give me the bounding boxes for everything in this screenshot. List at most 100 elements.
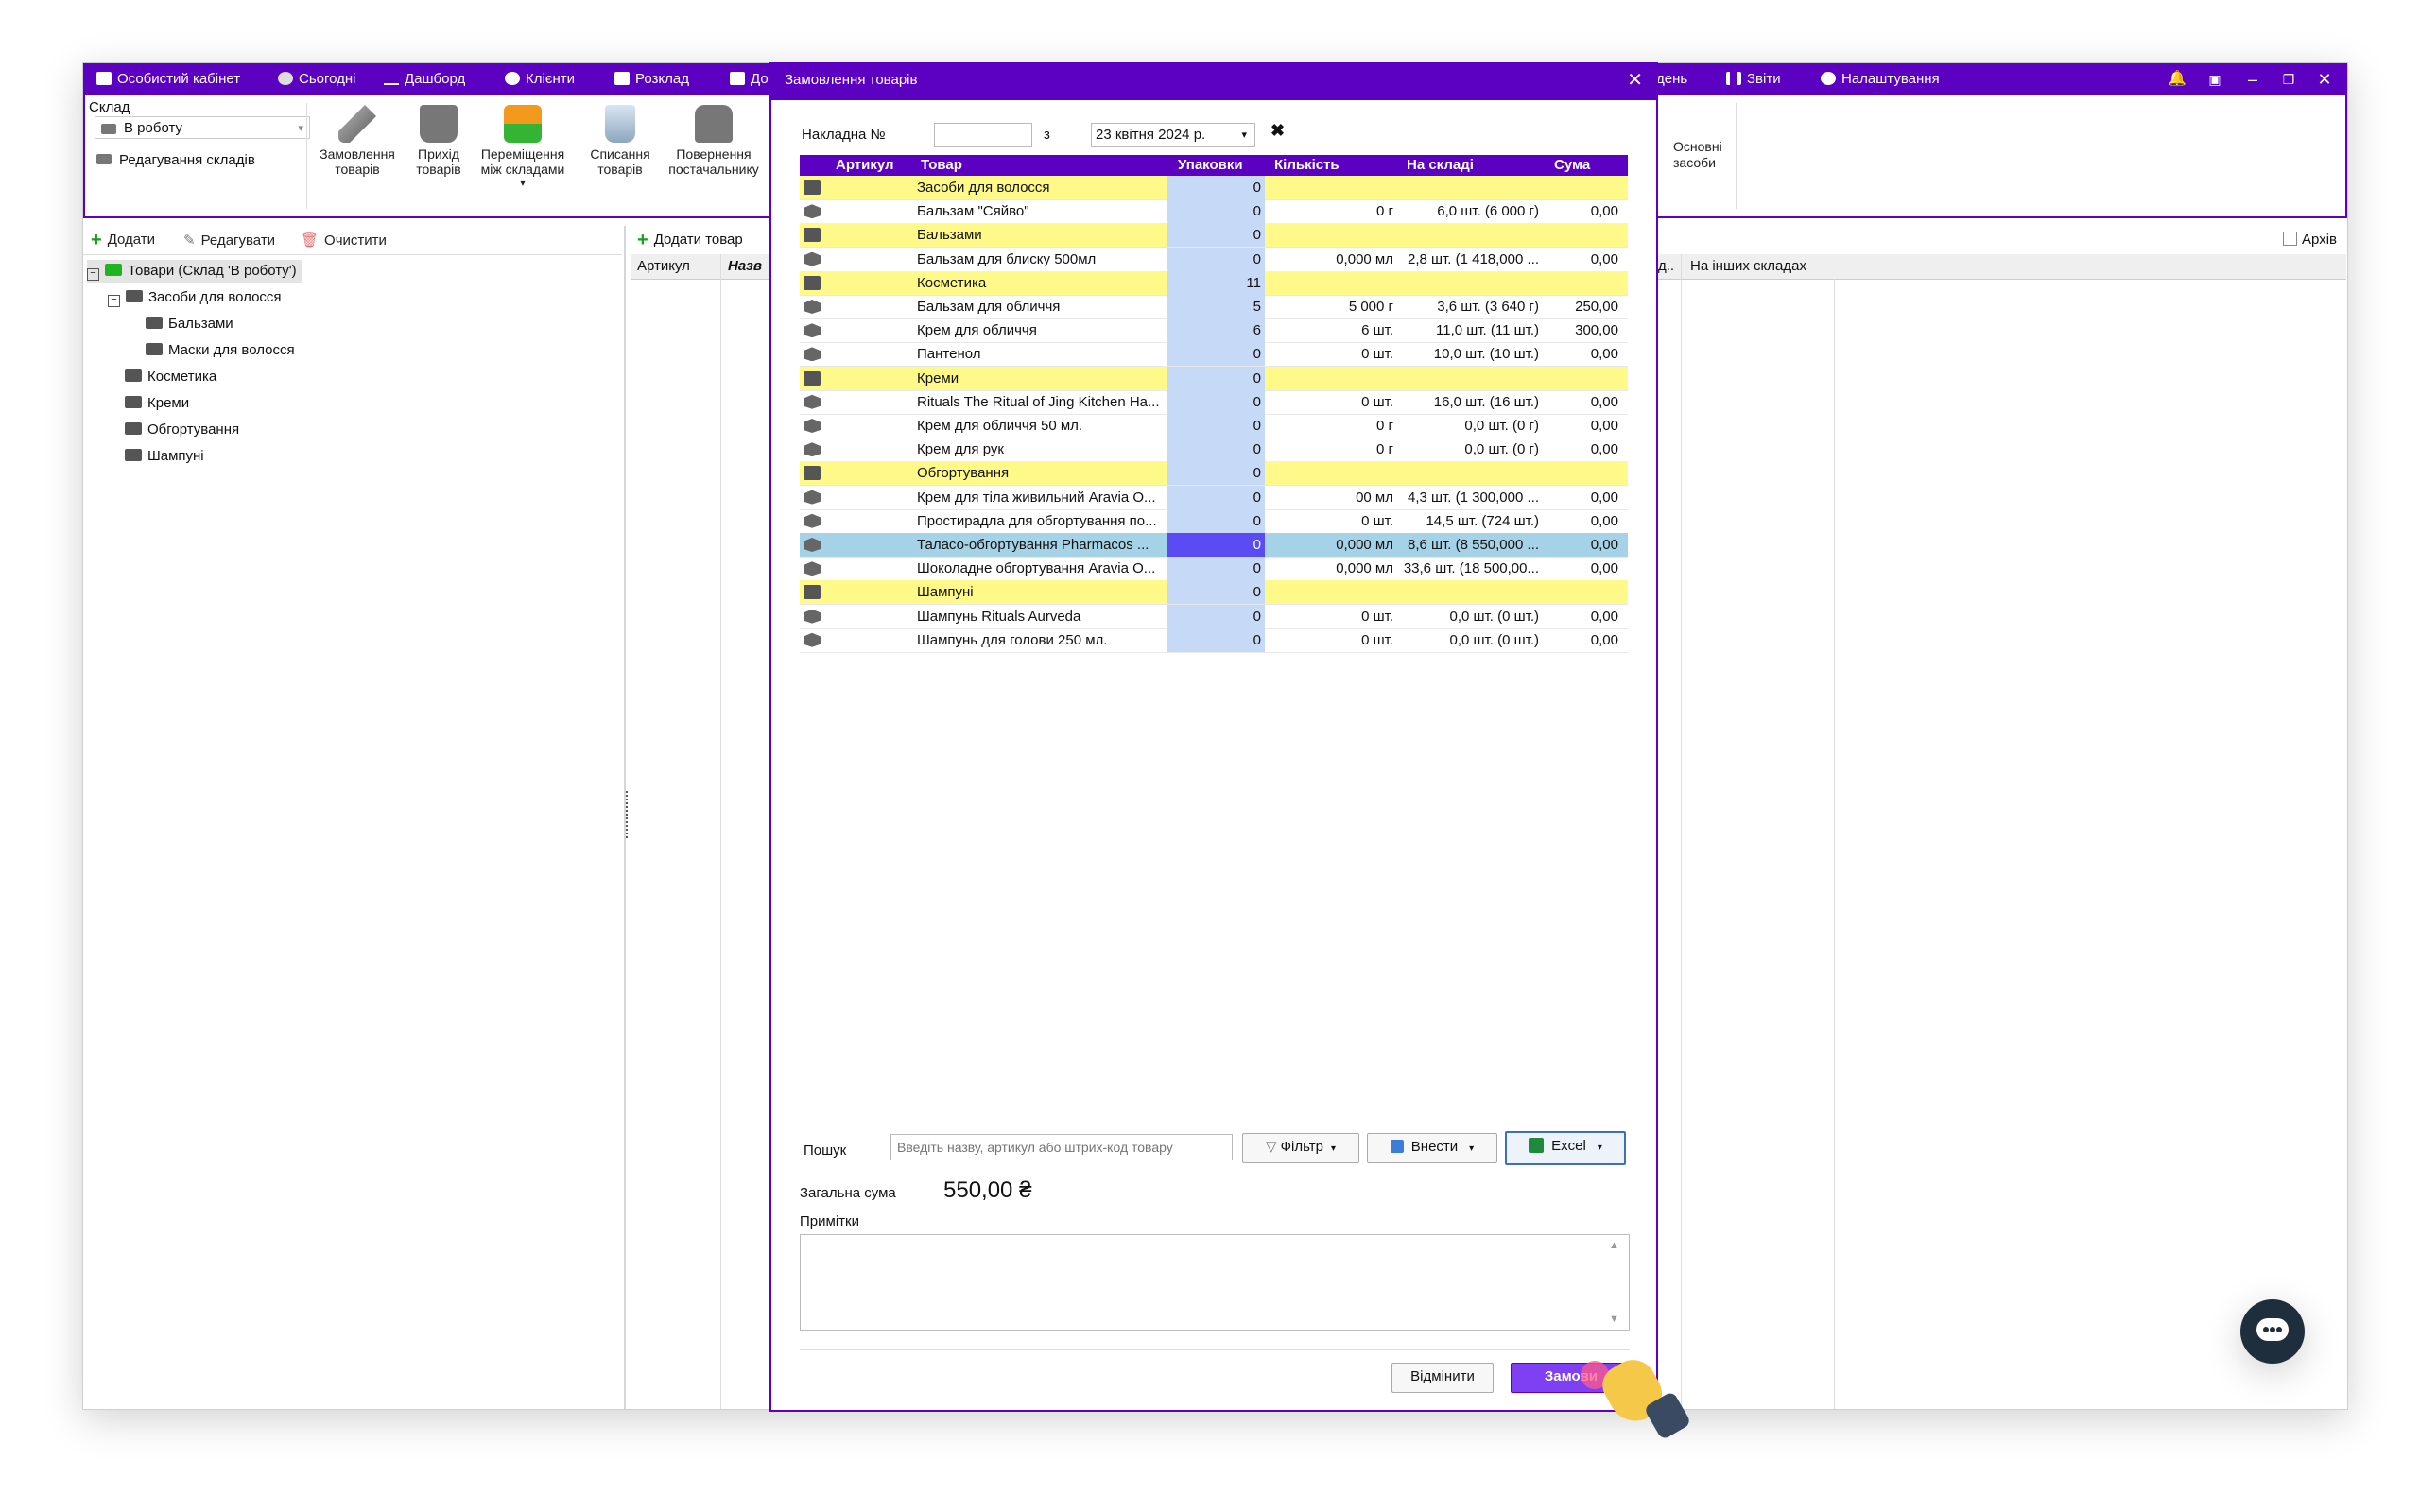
quantity-cell[interactable]: 00 мл [1265,486,1397,509]
grid-folder-row[interactable]: Шампуні 0 [800,580,1628,606]
quantity-cell[interactable]: 0 г [1265,199,1397,223]
quantity-cell[interactable]: 0 г [1265,438,1397,461]
fixed-assets-button[interactable]: Основні засоби [1652,139,1737,171]
packs-cell[interactable]: 0 [1167,342,1265,367]
write-off-goods-button[interactable]: Списання товарів [577,105,664,177]
warehouse-select[interactable]: В роботу ▾ [95,116,310,139]
minimize-button[interactable]: – [2238,63,2267,95]
quantity-cell[interactable]: 0,000 мл [1265,248,1397,271]
move-between-warehouses-button[interactable]: Переміщення між складами ▾ [471,105,575,192]
nav-today[interactable]: Сьогодні [278,63,356,95]
import-button[interactable]: Внести ▾ [1367,1133,1497,1163]
scroll-up-icon[interactable]: ▲ [1609,1240,1619,1251]
packs-cell[interactable]: 0 [1167,485,1265,509]
tree-root-item[interactable]: − Товари (Склад 'В роботу') [87,260,302,283]
packs-cell[interactable]: 0 [1167,627,1265,652]
packs-cell[interactable]: 0 [1167,557,1265,581]
grid-folder-row[interactable]: Креми 0 [800,366,1628,391]
quantity-cell[interactable] [1265,580,1397,604]
quantity-cell[interactable] [1265,271,1397,295]
packs-cell[interactable]: 0 [1167,389,1265,414]
receipt-goods-button[interactable]: Прихід товарів [401,105,476,177]
excel-button[interactable]: Excel ▾ [1505,1131,1626,1165]
nav-day[interactable]: день [1656,63,1687,95]
lock-icon[interactable]: ▣ [2201,63,2229,95]
grid-product-row[interactable]: Rituals The Ritual of Jing Kitchen Ha...… [800,389,1628,415]
clear-date-icon[interactable]: ✖ [1270,121,1285,141]
grid-product-row[interactable]: Шампунь Rituals Aurveda 0 0 шт. 0,0 шт. (0 … [800,604,1628,629]
packs-cell[interactable]: 0 [1167,176,1265,199]
chat-bubble-button[interactable] [2240,1299,2305,1364]
grid-folder-row[interactable]: Косметика 11 [800,270,1628,296]
quantity-cell[interactable] [1265,176,1397,199]
nav-reports[interactable]: Звіти [1726,63,1781,95]
grid-product-row[interactable]: Бальзам для блиску 500мл 0 0,000 мл 2,8 шт.… [800,247,1628,272]
tree-item-creams[interactable]: Креми [125,392,189,415]
edit-button[interactable]: ✎ Редагувати [183,232,275,249]
packs-cell[interactable]: 0 [1167,508,1265,533]
return-supplier-button[interactable]: Повернення постачальнику [658,105,769,177]
quantity-cell[interactable] [1265,461,1397,485]
grid-product-row[interactable]: Таласо-обгортування Pharmacos ... 0 0,000 … [800,533,1628,558]
grid-folder-row[interactable]: Обгортування 0 [800,461,1628,487]
grid-folder-row[interactable]: Засоби для волосся 0 [800,176,1628,200]
quantity-cell[interactable]: 5 000 г [1265,295,1397,318]
bell-icon[interactable]: 🔔 [2163,63,2191,95]
grid-product-row[interactable]: Бальзам для обличчя 5 5 000 г 3,6 шт. (3 64… [800,295,1628,319]
tree-item-cosmetics[interactable]: Косметика [125,366,216,388]
tree-item-shampoos[interactable]: Шампуні [125,445,204,468]
packs-cell[interactable]: 0 [1167,533,1265,557]
restore-button[interactable]: ❐ [2274,63,2303,95]
nav-settings[interactable]: Налаштування [1821,63,1940,95]
archive-checkbox[interactable]: Архів [2283,232,2337,248]
packs-cell[interactable]: 0 [1167,366,1265,390]
close-icon[interactable]: ✕ [1627,68,1643,92]
packs-cell[interactable]: 0 [1167,580,1265,605]
packs-cell[interactable]: 0 [1167,438,1265,462]
packs-cell[interactable]: 0 [1167,223,1265,248]
nav-dashboard[interactable]: Дашборд [384,63,465,95]
quantity-cell[interactable]: 0 шт. [1265,342,1397,366]
quantity-cell[interactable]: 6 шт. [1265,318,1397,342]
grid-product-row[interactable]: Пантенол 0 0 шт. 10,0 шт. (10 шт.) 0,00 [800,342,1628,368]
quantity-cell[interactable]: 0 г [1265,414,1397,438]
tree-item-balms[interactable]: Бальзами [146,313,233,335]
nav-schedule[interactable]: Розклад [614,63,689,95]
grid-product-row[interactable]: Крем для обличчя 6 6 шт. 11,0 шт. (11 шт.) 3… [800,318,1628,344]
grid-product-row[interactable]: Крем для тіла живильний Aravia O... 0 00 м… [800,485,1628,510]
quantity-cell[interactable]: 0 шт. [1265,605,1397,628]
cancel-button[interactable]: Відмінити [1392,1363,1494,1393]
nav-clients[interactable]: Клієнти [505,63,575,95]
grid-product-row[interactable]: Шоколадне обгортування Aravia O... 0 0,000… [800,557,1628,582]
grid-folder-row[interactable]: Бальзами 0 [800,223,1628,249]
nav-documents[interactable]: До [730,63,769,95]
quantity-cell[interactable]: 0,000 мл [1265,533,1397,557]
packs-cell[interactable]: 11 [1167,270,1265,295]
quantity-cell[interactable]: 0 шт. [1265,390,1397,414]
packs-cell[interactable]: 0 [1167,461,1265,486]
add-product-button[interactable]: + Додати товар [637,230,743,251]
quantity-cell[interactable]: 0,000 мл [1265,557,1397,580]
grid-product-row[interactable]: Крем для обличчя 50 мл. 0 0 г 0,0 шт. (0 г)… [800,414,1628,438]
invoice-number-input[interactable] [934,123,1032,147]
splitter-handle[interactable] [626,791,631,838]
search-input[interactable] [890,1134,1233,1160]
grid-product-row[interactable]: Крем для рук 0 0 г 0,0 шт. (0 г) 0,00 [800,438,1628,463]
scroll-down-icon[interactable]: ▼ [1609,1314,1619,1325]
add-button[interactable]: + Додати [91,230,155,251]
nav-personal-cabinet[interactable]: Особистий кабінет [96,63,240,95]
quantity-cell[interactable] [1265,223,1397,247]
tree-item-wraps[interactable]: Обгортування [125,419,239,441]
packs-cell[interactable]: 0 [1167,199,1265,224]
tree-item-hair[interactable]: − Засоби для волосся [108,286,282,309]
notes-textarea[interactable] [800,1234,1630,1331]
clear-button[interactable]: 🗑 Очистити [301,232,387,249]
order-goods-button[interactable]: Замовлення товарів [314,105,401,177]
close-window-button[interactable]: ✕ [2310,63,2339,95]
packs-cell[interactable]: 0 [1167,414,1265,438]
grid-product-row[interactable]: Шампунь для голови 250 мл. 0 0 шт. 0,0 шт. … [800,627,1628,653]
packs-cell[interactable]: 0 [1167,247,1265,271]
packs-cell[interactable]: 5 [1167,295,1265,318]
date-picker[interactable]: 23 квітня 2024 р. ▾ [1091,123,1255,147]
grid-product-row[interactable]: Бальзам "Сяйво" 0 0 г 6,0 шт. (6 000 г) 0,00 [800,199,1628,225]
